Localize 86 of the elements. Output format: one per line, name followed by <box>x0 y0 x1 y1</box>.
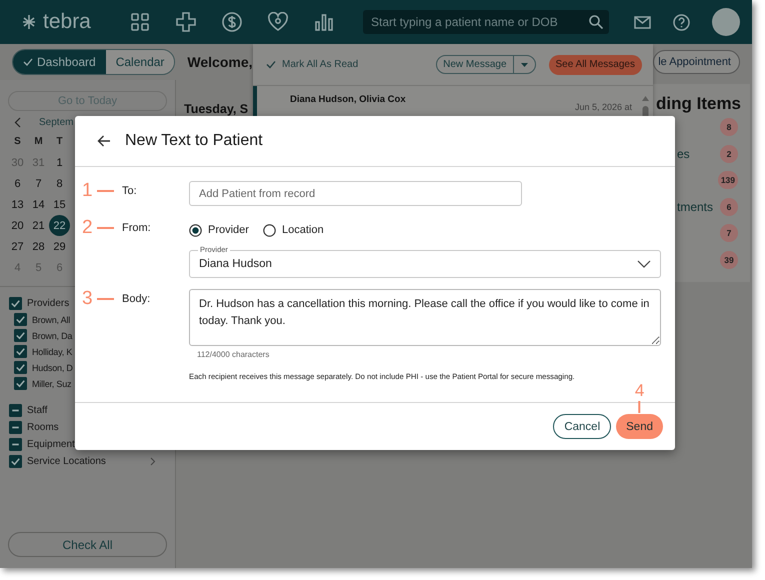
count-badge: 8 <box>720 118 738 136</box>
pending-item-label[interactable]: es <box>677 146 690 161</box>
calendar-day[interactable]: 27 <box>7 236 28 257</box>
checkbox[interactable] <box>9 297 22 310</box>
radio-button[interactable] <box>262 224 276 236</box>
calendar-day[interactable]: 8 <box>49 173 70 194</box>
message-names: Diana Hudson, Olivia Cox <box>290 94 406 107</box>
body-label: Body: <box>122 292 152 305</box>
calendar-day[interactable]: 29 <box>49 236 70 257</box>
count-badge: 7 <box>720 224 738 242</box>
welcome-heading: Welcome, <box>187 54 253 70</box>
check-icon[interactable] <box>266 60 276 69</box>
filter-label: Providers <box>27 298 70 309</box>
radio-label: Location <box>282 224 324 236</box>
month-label: Septem <box>39 117 74 128</box>
grid-icon[interactable] <box>130 12 150 32</box>
calendar-day[interactable]: 1 <box>49 152 70 173</box>
filter-label: Rooms <box>27 422 59 433</box>
checkbox[interactable] <box>9 438 22 451</box>
radio-button[interactable] <box>189 224 202 236</box>
to-label: To: <box>122 184 138 197</box>
chevron-down-icon <box>637 260 651 268</box>
weekday-label: S <box>13 136 22 149</box>
provider-label: Hudson, D <box>32 362 73 372</box>
view-tab[interactable]: Dashboard <box>13 50 106 74</box>
calendar-day[interactable]: 14 <box>28 194 49 215</box>
chevron-right-icon[interactable] <box>150 457 156 466</box>
pending-item-label[interactable]: tments <box>677 200 714 214</box>
check-icon <box>23 57 33 67</box>
cancel-button[interactable]: Cancel <box>553 414 612 439</box>
patient-search-field[interactable]: Start typing a patient name or DOB <box>363 10 609 34</box>
calendar-day[interactable]: 20 <box>7 215 28 236</box>
previous-icon[interactable] <box>14 117 21 128</box>
view-tab[interactable]: Calendar <box>106 50 174 74</box>
checkbox[interactable] <box>14 377 27 390</box>
calendar-day[interactable]: 6 <box>7 173 28 194</box>
help-icon[interactable] <box>673 14 690 30</box>
count-badge: 6 <box>720 198 738 216</box>
date-heading: Tuesday, S <box>184 102 250 116</box>
heart-person-icon[interactable] <box>268 12 288 32</box>
checkbox[interactable] <box>14 329 27 342</box>
radio-label: Provider <box>208 224 249 236</box>
calendar-day[interactable]: 28 <box>28 236 49 257</box>
mark-all-read-link[interactable]: Mark All As Read <box>282 59 358 70</box>
calendar-day[interactable]: 13 <box>7 194 28 215</box>
back-arrow-icon[interactable] <box>97 135 111 147</box>
weekday-label: T <box>55 136 64 149</box>
checkbox[interactable] <box>9 455 22 468</box>
provider-label: Miller, Suz <box>32 378 72 388</box>
provider-label: Brown, All <box>32 314 70 324</box>
provider-label: Holliday, K <box>32 346 72 356</box>
appointment-button[interactable]: le Appointment <box>653 50 740 74</box>
logo-text: tebra <box>43 10 91 34</box>
send-button[interactable]: Send <box>616 414 663 439</box>
character-counter: 112/4000 characters <box>196 349 270 359</box>
pending-items-title: ding Items <box>656 94 742 114</box>
checkbox[interactable] <box>14 345 27 358</box>
recipient-field[interactable]: Add Patient from record <box>189 181 522 206</box>
calendar-day[interactable]: 21 <box>28 215 49 236</box>
count-badge: 139 <box>718 171 738 190</box>
dollar-icon[interactable] <box>222 12 242 32</box>
filter-label: Service Locations <box>27 456 106 467</box>
filter-label: Equipment <box>27 439 75 450</box>
checkbox[interactable] <box>9 404 22 417</box>
dialog-title: New Text to Patient <box>125 132 263 150</box>
search-icon[interactable] <box>589 15 603 29</box>
provider-label: Brown, Da <box>32 330 72 340</box>
filter-label: Staff <box>27 405 48 416</box>
calendar-day[interactable]: 15 <box>49 194 70 215</box>
from-label: From: <box>122 221 152 234</box>
checkbox[interactable] <box>14 313 27 326</box>
message-date: Jun 5, 2026 at <box>575 102 632 112</box>
calendar-day[interactable]: 22 <box>49 215 70 236</box>
weekday-label: M <box>33 136 44 149</box>
check-all-button[interactable]: Check All <box>8 532 167 557</box>
avatar[interactable] <box>712 8 740 36</box>
medical-cross-icon[interactable] <box>176 12 196 32</box>
checkbox[interactable] <box>9 421 22 434</box>
see-all-messages-button[interactable]: See All Messages <box>548 54 642 74</box>
message-body-field[interactable]: Dr. Hudson has a cancellation this morning. Please call the office if you would like to come in today. Thank you. <box>189 289 661 346</box>
count-badge: 2 <box>720 144 738 163</box>
checkbox[interactable] <box>14 361 27 374</box>
calendar-day[interactable]: 7 <box>28 173 49 194</box>
mail-icon[interactable] <box>634 16 651 28</box>
bar-chart-icon[interactable] <box>314 12 334 32</box>
count-badge: 39 <box>720 250 738 269</box>
